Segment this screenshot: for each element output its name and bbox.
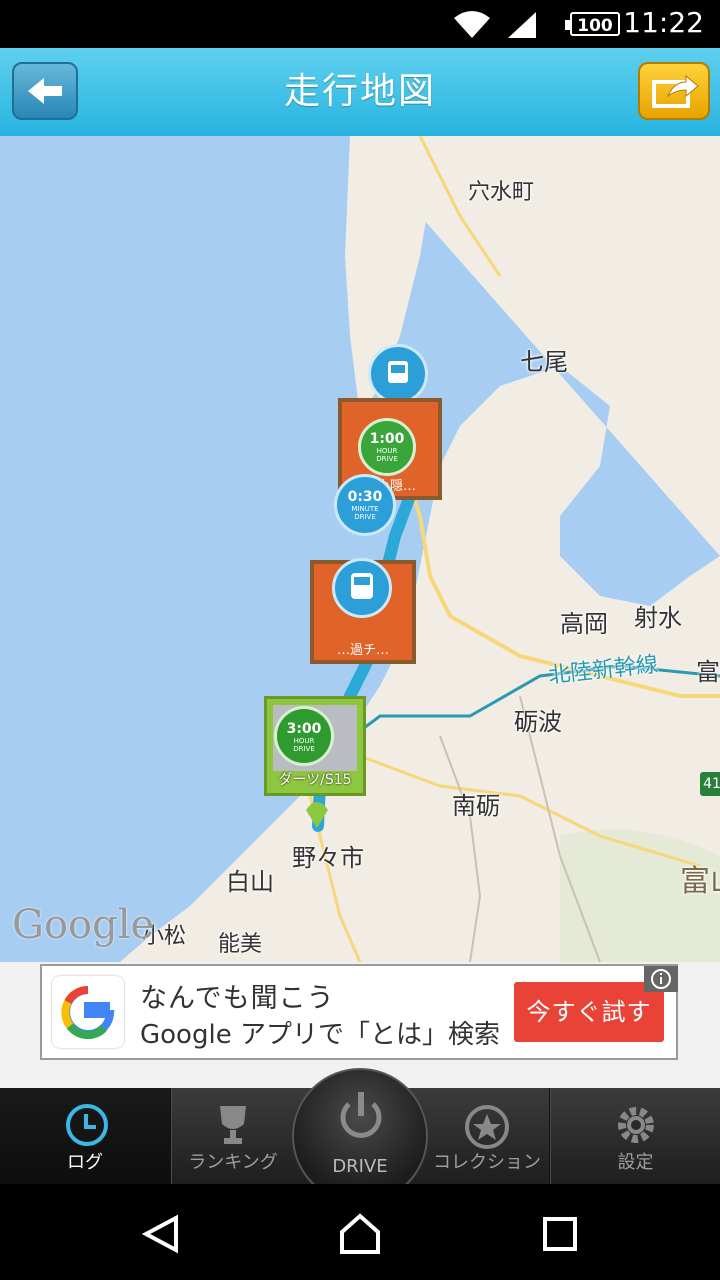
- badge-sub: DRIVE: [293, 745, 315, 753]
- clock-icon: [66, 1104, 108, 1146]
- badge-unit: HOUR: [293, 737, 315, 745]
- location-pin-icon: [306, 802, 328, 828]
- badge-unit: MINUTE: [351, 505, 379, 513]
- clock: 11:22: [623, 6, 704, 39]
- train-marker[interactable]: [332, 558, 392, 618]
- map-label-tonami: 砺波: [514, 708, 562, 736]
- tab-label: ランキング: [188, 1152, 278, 1173]
- ad-info-icon[interactable]: [644, 966, 678, 992]
- signal-icon: [508, 12, 536, 38]
- badge-time: 3:00: [286, 721, 322, 737]
- half-hour-badge[interactable]: 0:30 MINUTE DRIVE: [334, 474, 396, 536]
- ad-banner[interactable]: なんでも聞こう Google アプリで「とは」検索 今すぐ試す: [40, 964, 678, 1060]
- page-title: 走行地図: [283, 71, 436, 112]
- tab-label: ログ: [67, 1152, 103, 1173]
- tab-log[interactable]: ログ: [0, 1088, 170, 1184]
- signboard-caption: …過チ…: [336, 643, 389, 658]
- three-hour-badge[interactable]: 3:00 HOUR DRIVE: [274, 706, 334, 766]
- google-logo-icon: [52, 976, 124, 1048]
- map-label-nonoichi: 野々市: [292, 844, 364, 872]
- map-label-anamizu: 穴水町: [468, 180, 535, 205]
- map-label-nanto: 南砺: [452, 792, 500, 820]
- badge-unit: HOUR: [376, 447, 398, 455]
- map-label-takaoka: 高岡: [560, 610, 608, 638]
- tab-settings[interactable]: 設定: [551, 1088, 720, 1184]
- drive-map[interactable]: 穴水町 七尾 高岡 射水 砺波 南砺 白山 野々市 小松 能美 富山 富 北陸新…: [0, 136, 720, 962]
- wifi-icon: [454, 11, 490, 38]
- badge-time: 0:30: [347, 489, 383, 505]
- badge-sub: DRIVE: [376, 455, 398, 463]
- one-hour-badge[interactable]: 1:00 HOUR DRIVE: [358, 418, 416, 476]
- arrow-left-icon: [28, 78, 62, 104]
- ad-title: なんでも聞こう: [140, 983, 335, 1014]
- tab-label: コレクション: [433, 1152, 541, 1173]
- train-icon: [351, 573, 373, 599]
- map-label-nanao: 七尾: [520, 348, 568, 376]
- badge-time: 1:00: [369, 431, 405, 447]
- map-label-toyama: 富: [696, 658, 720, 686]
- drive-label: DRIVE: [332, 1156, 388, 1177]
- map-label-imizu: 射水: [634, 604, 682, 632]
- system-nav-bar: [0, 1184, 720, 1280]
- highway-shield: 41: [700, 772, 720, 796]
- bus-marker[interactable]: [368, 344, 428, 404]
- nav-back-icon[interactable]: [140, 1214, 180, 1254]
- status-bar: 100 11:22: [0, 0, 720, 48]
- google-watermark: Google: [12, 902, 155, 948]
- app-header: 走行地図: [0, 48, 720, 138]
- ad-text: Google アプリで「とは」検索: [140, 1020, 500, 1050]
- ad-cta-button[interactable]: 今すぐ試す: [514, 982, 664, 1042]
- map-label-toyama-pref: 富山: [680, 864, 720, 899]
- nav-home-icon[interactable]: [338, 1212, 382, 1256]
- bus-icon: [388, 361, 408, 383]
- star-icon: [465, 1105, 509, 1149]
- gear-icon: [618, 1107, 654, 1143]
- power-icon: [340, 1092, 382, 1138]
- back-button[interactable]: [12, 62, 78, 120]
- tab-ranking[interactable]: ランキング: [172, 1088, 294, 1184]
- share-icon: [652, 74, 699, 108]
- map-label-nomi: 能美: [218, 932, 263, 957]
- nav-recents-icon[interactable]: [542, 1216, 578, 1252]
- map-label-hakusan: 白山: [226, 868, 274, 896]
- share-button[interactable]: [638, 62, 710, 120]
- trophy-icon: [220, 1106, 246, 1144]
- tab-label: 設定: [617, 1152, 654, 1173]
- battery-indicator: 100: [565, 12, 620, 36]
- photo-caption: ダーツ/S15: [278, 772, 352, 788]
- badge-sub: DRIVE: [354, 513, 376, 521]
- tab-collection[interactable]: コレクション: [426, 1088, 548, 1184]
